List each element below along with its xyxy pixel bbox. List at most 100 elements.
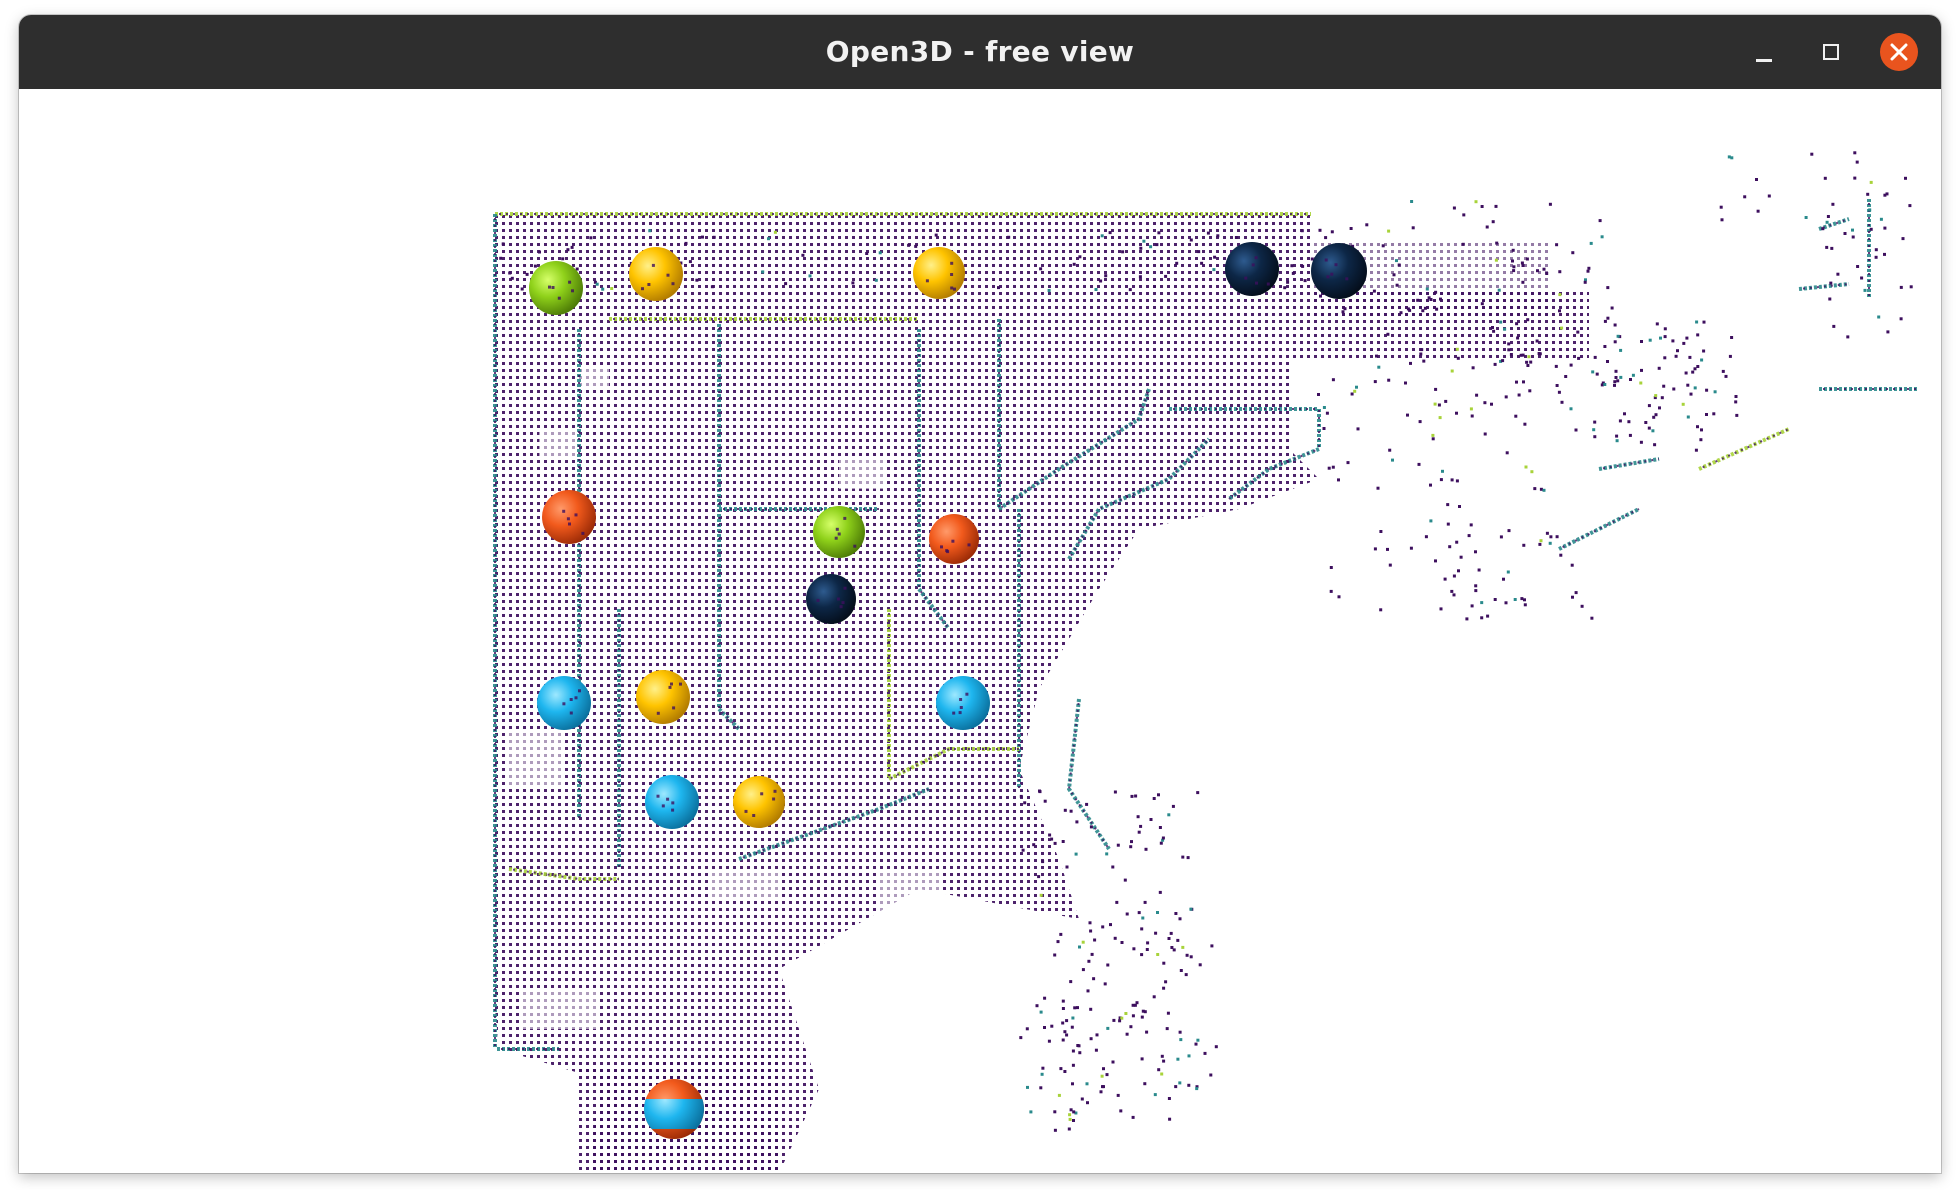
cloud-point (1429, 298, 1433, 301)
cloud-point (1131, 1014, 1135, 1018)
cloud-point (1373, 547, 1377, 551)
cloud-point (1113, 936, 1117, 940)
cloud-point (1162, 1059, 1166, 1063)
cloud-point (1200, 261, 1204, 265)
minimize-icon (1756, 59, 1772, 62)
cloud-point (1037, 875, 1041, 879)
cloud-point (1429, 483, 1432, 487)
cloud-point (1515, 380, 1518, 384)
cloud-point (1826, 215, 1830, 218)
cloud-point (1570, 563, 1574, 567)
cloud-point (1437, 403, 1441, 407)
cloud-point (874, 278, 878, 282)
cloud-point (1525, 360, 1529, 364)
sphere-overlay-point (834, 536, 838, 540)
cloud-point (1376, 486, 1380, 490)
cloud-point (1526, 318, 1530, 322)
cloud-point (1832, 324, 1836, 328)
cloud-point (1129, 1025, 1133, 1029)
cloud-point (1548, 541, 1552, 545)
cloud-point (1434, 559, 1437, 563)
cloud-point (1065, 865, 1069, 869)
cloud-point (1203, 1051, 1207, 1055)
cloud-point (1365, 223, 1369, 227)
cloud-point (1502, 577, 1505, 581)
cloud-point (1490, 402, 1493, 406)
close-button[interactable] (1880, 33, 1918, 71)
cloud-point (1883, 252, 1886, 256)
cloud-point (1105, 852, 1109, 856)
3d-viewport[interactable] (19, 89, 1941, 1173)
cloud-point (1592, 428, 1596, 432)
cloud-point (1234, 236, 1238, 239)
cloud-point (1699, 438, 1703, 442)
cloud-point (1106, 1026, 1110, 1030)
sphere-overlay-point (837, 532, 841, 536)
cloud-point (1663, 356, 1667, 360)
cloud-point (1143, 1082, 1147, 1086)
cloud-point (510, 276, 514, 280)
wall-trace (1698, 427, 1790, 471)
cloud-point (1557, 390, 1561, 394)
cloud-point (1356, 427, 1360, 431)
title-bar[interactable]: Open3D - free view (19, 15, 1941, 89)
maximize-button[interactable] (1812, 33, 1850, 71)
cloud-point (1615, 434, 1619, 438)
cloud-point (1823, 176, 1827, 180)
cloud-point (1735, 413, 1739, 417)
sphere-overlay-point (666, 273, 670, 277)
sphere-overlay-point (569, 698, 573, 701)
cloud-point (1702, 349, 1706, 353)
cloud-point (1379, 530, 1383, 533)
cloud-point (1431, 433, 1435, 437)
cloud-point (1039, 893, 1043, 897)
point-cloud-gap (519, 989, 599, 1029)
sphere-overlay-point (574, 696, 578, 700)
cloud-point (1639, 381, 1643, 385)
sphere-overlay-point (574, 513, 578, 517)
cloud-point (595, 282, 599, 286)
cloud-point (1116, 843, 1120, 847)
sphere-overlay-point (965, 692, 969, 696)
cloud-point (1422, 359, 1426, 363)
cloud-point (1529, 360, 1533, 364)
cloud-point (1558, 270, 1562, 274)
minimize-button[interactable] (1744, 33, 1782, 71)
cloud-point (508, 271, 512, 275)
cloud-point (1092, 977, 1096, 981)
cloud-point (1300, 229, 1304, 233)
cloud-point (1070, 1025, 1074, 1029)
cloud-point (1831, 202, 1835, 206)
cloud-point (1559, 553, 1563, 557)
cloud-point (1695, 320, 1699, 324)
cloud-point (1452, 206, 1456, 210)
cloud-point (1846, 335, 1850, 339)
cloud-point (1640, 340, 1643, 343)
cloud-point (1072, 1110, 1076, 1114)
cloud-point (1868, 208, 1872, 212)
cloud-point (1606, 360, 1609, 363)
app-window: Open3D - free view (19, 15, 1941, 1173)
point-cloud-gap (1169, 649, 1199, 669)
cloud-point (1111, 1060, 1115, 1064)
sphere-overlay-point (651, 263, 655, 267)
cloud-point (1883, 226, 1887, 230)
cloud-point (1047, 1039, 1051, 1043)
point-cloud-gap (579, 369, 609, 389)
cloud-point (1134, 794, 1138, 798)
cloud-point (1843, 232, 1847, 235)
cloud-point (761, 270, 765, 274)
cloud-point (1525, 257, 1529, 261)
cloud-point (1061, 840, 1065, 843)
cloud-point (934, 233, 938, 237)
cloud-point (1108, 231, 1112, 235)
cloud-point (1187, 1054, 1191, 1058)
cloud-point (1196, 1038, 1200, 1042)
cloud-point (1142, 239, 1146, 243)
cloud-point (1574, 591, 1578, 595)
cloud-point (1521, 353, 1525, 357)
cloud-point (1194, 1042, 1198, 1046)
sphere-overlay-point (670, 682, 673, 686)
sphere-overlay-point (843, 586, 847, 590)
cloud-point (1291, 271, 1295, 275)
